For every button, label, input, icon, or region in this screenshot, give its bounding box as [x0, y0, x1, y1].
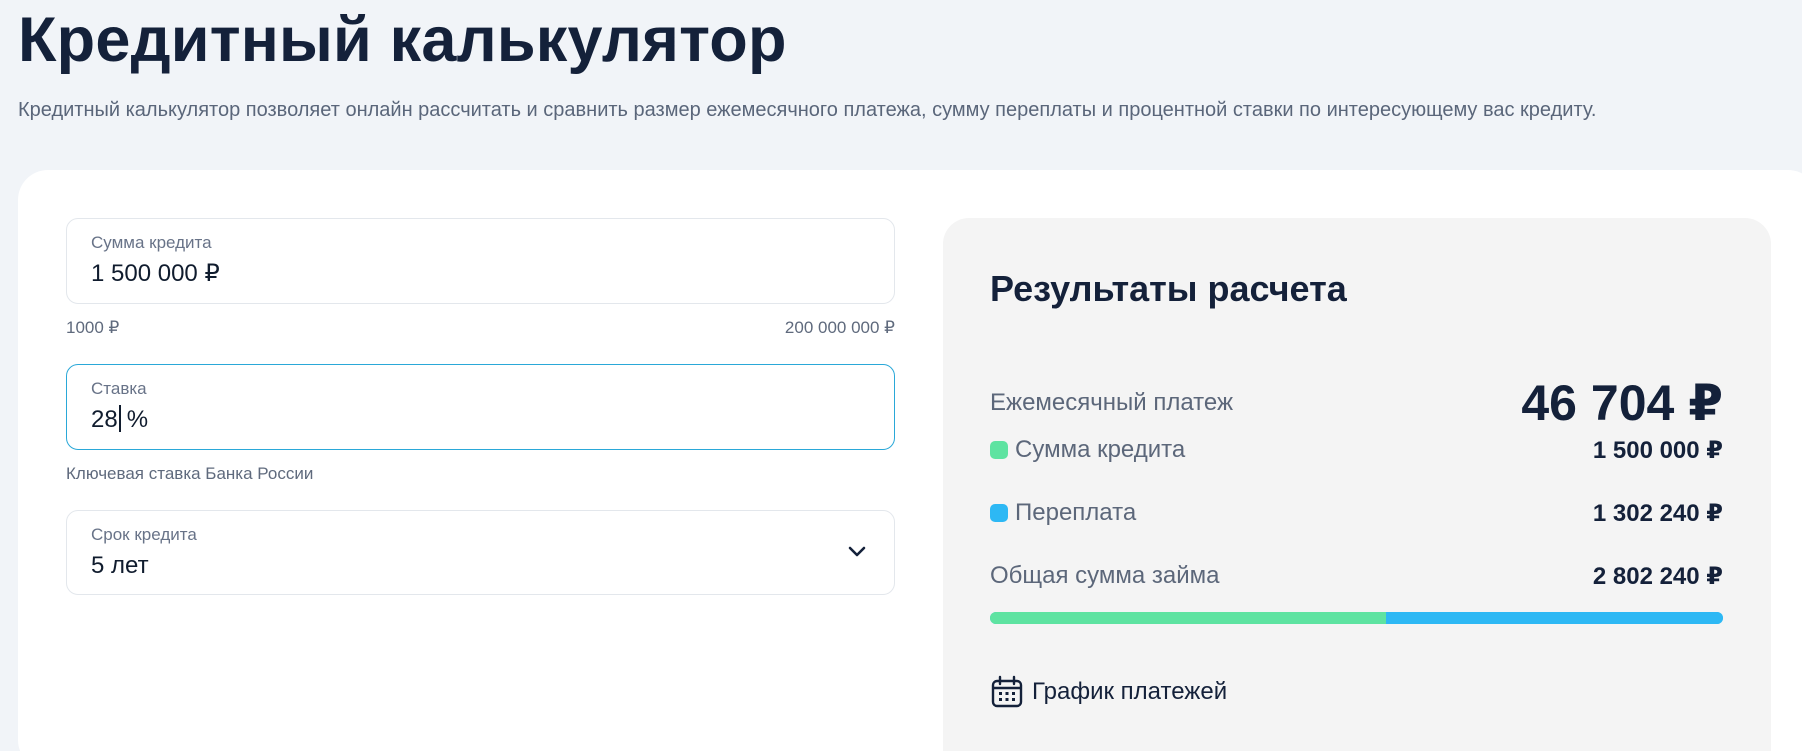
monthly-payment-row: Ежемесячный платеж 46 704 ₽ — [990, 368, 1723, 438]
overpayment-legend-dot — [990, 504, 1008, 522]
term-select[interactable]: Срок кредита 5 лет — [66, 510, 895, 595]
loan-amount-field[interactable]: Сумма кредита 1 500 000 ₽ — [66, 218, 895, 304]
principal-legend-dot — [990, 441, 1008, 459]
rate-label: Ставка — [91, 379, 147, 398]
overpayment-label: Переплата — [1015, 499, 1137, 526]
payment-schedule-label: График платежей — [1032, 678, 1228, 705]
results-title: Результаты расчета — [990, 268, 1347, 309]
principal-row: Сумма кредита 1 500 000 ₽ — [990, 430, 1723, 470]
key-rate-link[interactable]: Ключевая ставка Банка России — [66, 464, 313, 484]
monthly-payment-label: Ежемесячный платеж — [990, 389, 1234, 416]
page-subtitle: Кредитный калькулятор позволяет онлайн р… — [18, 99, 1597, 121]
overpayment-row: Переплата 1 302 240 ₽ — [990, 493, 1723, 533]
loan-amount-label: Сумма кредита — [91, 233, 212, 252]
total-label: Общая сумма займа — [990, 562, 1220, 589]
text-cursor — [118, 405, 121, 432]
loan-amount-max: 200 000 000 ₽ — [784, 318, 895, 337]
loan-amount-value[interactable]: 1 500 000 ₽ — [91, 259, 220, 289]
principal-bar-segment — [990, 612, 1386, 624]
monthly-payment-value: 46 704 ₽ — [1521, 375, 1723, 431]
total-row: Общая сумма займа 2 802 240 ₽ — [990, 556, 1723, 596]
rate-field[interactable]: Ставка 28% — [66, 364, 895, 450]
rate-input[interactable]: 28% — [91, 405, 148, 435]
term-value: 5 лет — [91, 552, 149, 579]
rate-value: 28 — [91, 406, 118, 433]
payment-ratio-bar — [990, 612, 1723, 624]
rate-unit: % — [126, 406, 149, 433]
page-title: Кредитный калькулятор — [18, 5, 787, 75]
page: Кредитный калькулятор Кредитный калькуля… — [0, 0, 1802, 751]
overpayment-bar-segment — [1385, 612, 1723, 624]
principal-label: Сумма кредита — [1015, 436, 1186, 463]
payment-schedule-button[interactable]: График платежей — [990, 672, 1227, 712]
loan-amount-min: 1000 ₽ — [66, 318, 120, 337]
overpayment-value: 1 302 240 ₽ — [1592, 499, 1723, 527]
total-value: 2 802 240 ₽ — [1592, 562, 1723, 590]
principal-value: 1 500 000 ₽ — [1592, 436, 1723, 464]
calendar-icon — [991, 675, 1023, 708]
results-panel: Результаты расчета Ежемесячный платеж 46… — [943, 218, 1771, 751]
chevron-down-icon[interactable] — [846, 541, 868, 563]
term-label: Срок кредита — [91, 525, 197, 544]
